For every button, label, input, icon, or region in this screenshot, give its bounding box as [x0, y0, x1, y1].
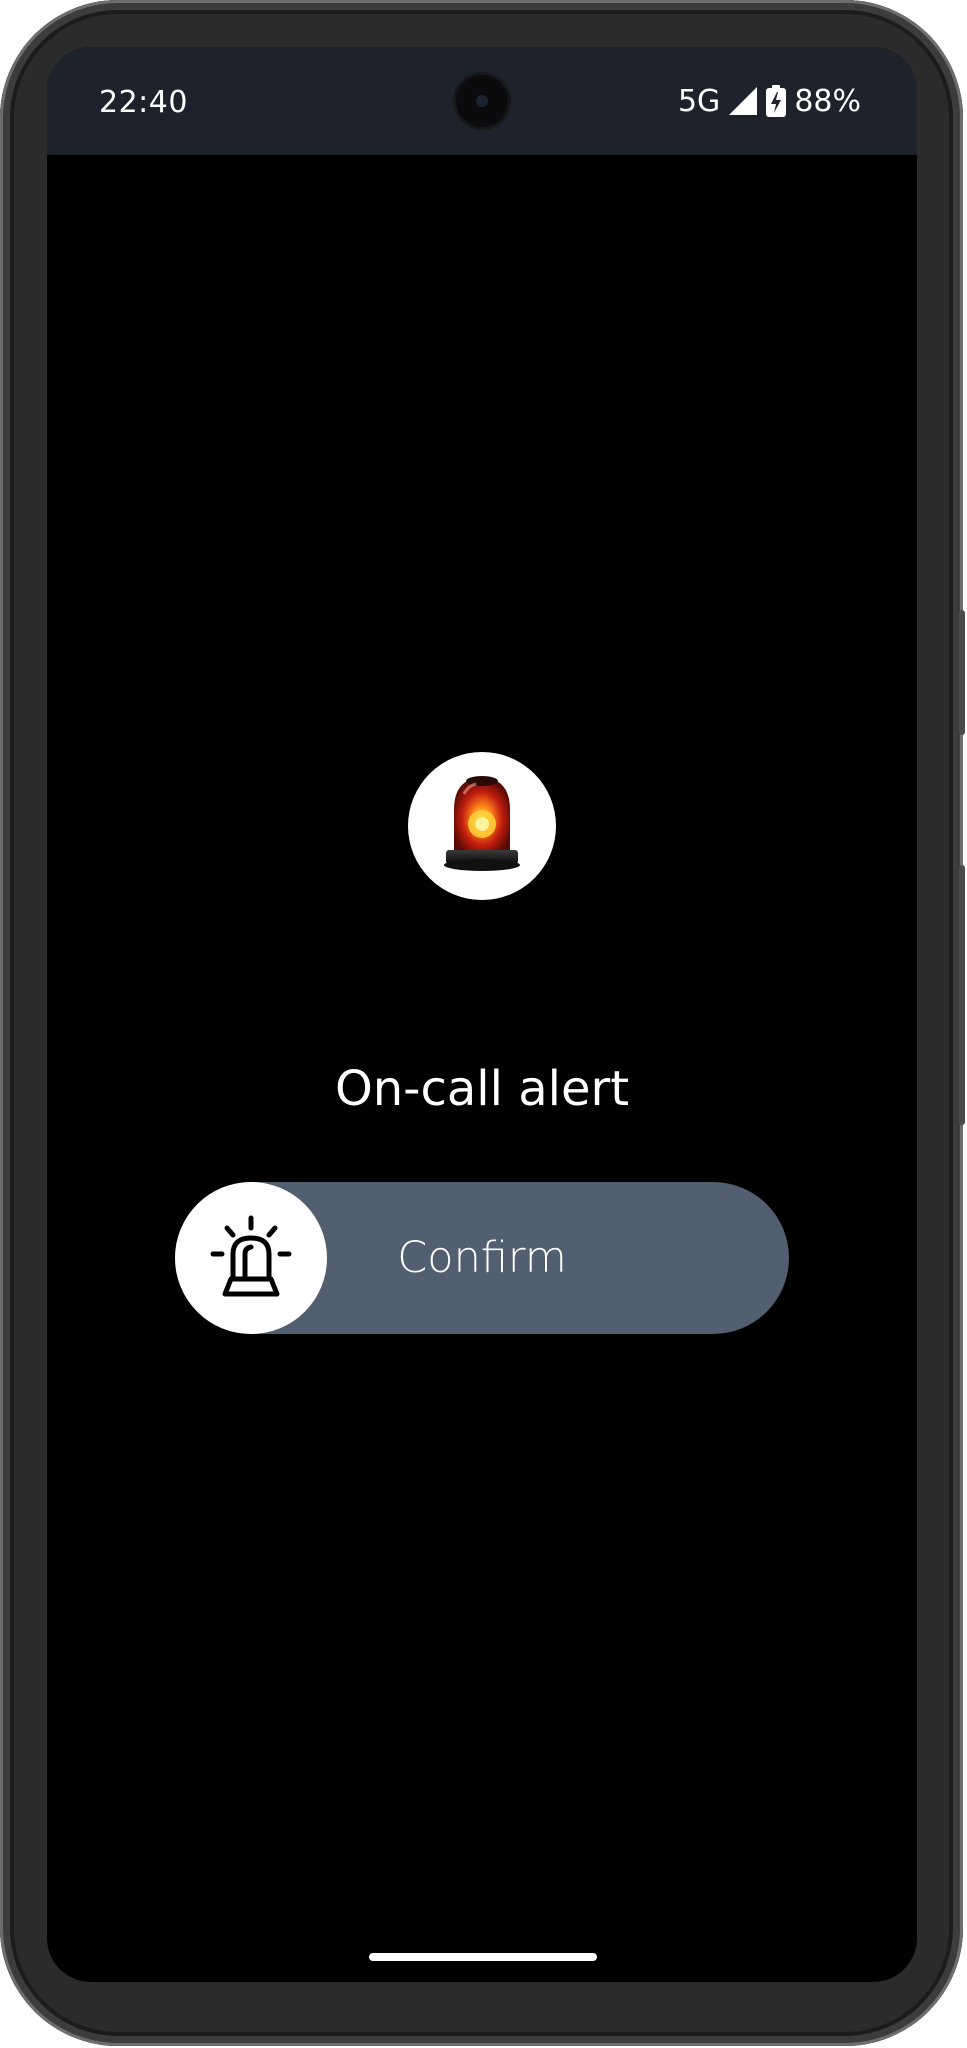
battery-percent: 88% — [794, 83, 861, 119]
confirm-slider[interactable]: Confirm — [175, 1182, 789, 1334]
front-camera — [456, 75, 508, 127]
power-button — [959, 865, 965, 1125]
status-bar: 22:40 5G 88% — [47, 47, 917, 155]
home-indicator[interactable] — [369, 1953, 597, 1961]
signal-icon — [729, 87, 758, 115]
alert-title: On-call alert — [334, 1061, 630, 1117]
siren-outline-icon — [210, 1215, 292, 1297]
screen: 22:40 5G 88% On-call alert Confirm — [47, 47, 917, 1982]
alert-icon-circle — [408, 752, 556, 900]
battery-charging-icon — [766, 85, 787, 117]
slider-knob[interactable] — [175, 1182, 327, 1334]
network-label: 5G — [677, 83, 721, 119]
status-time: 22:40 — [99, 85, 188, 120]
volume-button — [959, 610, 965, 735]
siren-icon — [444, 776, 520, 871]
phone-frame: 22:40 5G 88% On-call alert Confirm — [0, 0, 965, 2046]
status-icons: 5G 88% — [678, 83, 861, 119]
